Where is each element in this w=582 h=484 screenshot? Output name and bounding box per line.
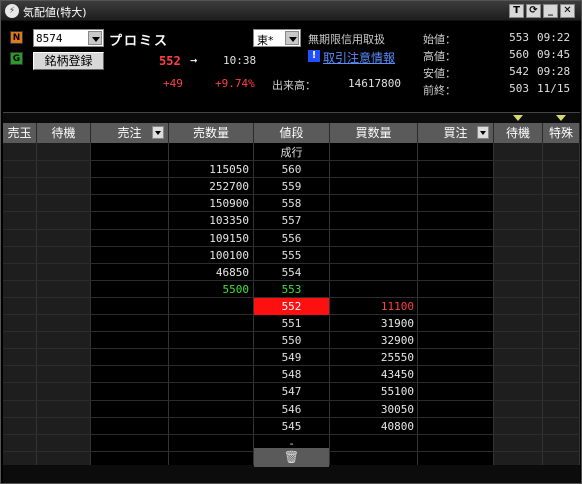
header-sell-order: 売注 — [91, 123, 169, 143]
price-cell[interactable]: 555 — [254, 247, 329, 264]
triangle-down-icon[interactable] — [556, 115, 566, 121]
stock-name: プロミス — [109, 34, 170, 49]
high-value: 560 — [509, 48, 529, 61]
n-badge-icon[interactable]: N — [10, 31, 23, 44]
minimize-button[interactable]: _ — [543, 4, 558, 18]
buy-qty-cell: 30050 — [380, 402, 414, 416]
stock-code-combo[interactable] — [33, 29, 104, 47]
open-label: 始値： — [423, 33, 456, 46]
sell-qty-cell: 150900 — [209, 197, 249, 211]
header-price: 値段 — [254, 123, 330, 143]
trash-icon[interactable]: 🗑 — [254, 448, 329, 467]
header-wait-right: 待機 — [494, 123, 543, 143]
price-cell[interactable]: 549 — [254, 349, 329, 366]
header-sell-qty: 売数量 — [169, 123, 254, 143]
price-cell[interactable]: 559 — [254, 178, 329, 195]
header-buy-qty: 買数量 — [330, 123, 418, 143]
high-time: 09:45 — [537, 48, 571, 61]
price-cell[interactable]: 558 — [254, 195, 329, 212]
price-cell[interactable]: 552 — [254, 297, 329, 315]
sell-qty-cell: 115050 — [209, 163, 249, 177]
sell-qty-cell: 252700 — [209, 180, 249, 194]
high-label: 高値： — [423, 50, 456, 63]
arrow-right-icon: → — [190, 53, 198, 67]
price-change: +49 — [163, 77, 183, 90]
price-change-percent: +9.74% — [215, 77, 255, 90]
sell-qty-cell: 100100 — [209, 248, 249, 262]
buy-qty-cell: 32900 — [380, 334, 414, 348]
low-value: 542 — [509, 65, 529, 78]
price-cell[interactable]: 560 — [254, 161, 329, 178]
header-buy-order: 買注 — [418, 123, 494, 143]
refresh-button[interactable]: ⟳ — [526, 4, 541, 18]
chevron-down-icon[interactable] — [152, 126, 164, 139]
price-cell[interactable]: 547 — [254, 383, 329, 400]
open-time: 09:22 — [537, 31, 571, 44]
price-cell[interactable]: 553 — [254, 281, 329, 298]
low-label: 安値： — [423, 67, 456, 80]
low-time: 09:28 — [537, 65, 571, 78]
current-price: 552 — [159, 54, 181, 68]
order-board: 売玉 待機 売注 売数量 値段 買数量 買注 待機 特殊 成行 115050 5… — [3, 112, 580, 483]
sell-qty-cell: 46850 — [215, 265, 249, 279]
volume-value: 14617800 — [348, 77, 401, 90]
price-cell[interactable]: 556 — [254, 230, 329, 247]
price-cell[interactable]: 548 — [254, 366, 329, 383]
market-select[interactable]: 東* — [253, 29, 301, 47]
stock-code-input[interactable] — [36, 32, 86, 45]
price-cell[interactable]: 557 — [254, 212, 329, 229]
header-buy-order-label: 買注 — [443, 126, 468, 140]
chevron-down-icon[interactable] — [285, 31, 299, 45]
volume-label: 出来高： — [272, 79, 316, 92]
buy-qty-cell: 55100 — [380, 385, 414, 399]
price-cell[interactable]: 550 — [254, 332, 329, 349]
sell-qty-cell: 5500 — [222, 282, 250, 296]
header-sell-order-label: 売注 — [117, 126, 142, 140]
prev-close-value: 503 — [509, 82, 529, 95]
open-value: 553 — [509, 31, 529, 44]
chevron-down-icon[interactable] — [88, 31, 102, 45]
caution-info-link[interactable]: 取引注意情報 — [323, 49, 395, 66]
window-title: 気配値(特大) — [23, 6, 87, 19]
buy-qty-cell: 31900 — [380, 317, 414, 330]
topmost-button[interactable]: T — [509, 4, 524, 18]
buy-qty-cell: 11100 — [380, 299, 414, 313]
market-value: 東* — [257, 34, 274, 47]
price-cell[interactable]: 545 — [254, 418, 329, 435]
price-time: 10:38 — [223, 54, 257, 67]
chevron-down-icon[interactable] — [477, 126, 489, 139]
prev-close-date: 11/15 — [537, 82, 571, 95]
sell-qty-cell: 103350 — [209, 214, 249, 228]
price-cell[interactable]: 546 — [254, 401, 329, 418]
register-stock-button[interactable]: 銘柄登録 — [33, 52, 104, 70]
buy-qty-cell: 40800 — [380, 419, 414, 433]
quote-window: ⚡ 気配値(特大) T ⟳ _ ✕ N G プロミス 銘柄登録 552 → 10… — [0, 0, 582, 484]
title-bar[interactable]: ⚡ 気配値(特大) T ⟳ _ ✕ — [1, 1, 581, 21]
buy-qty-cell: 25550 — [380, 351, 414, 365]
info-icon[interactable]: ! — [308, 50, 320, 62]
sell-qty-cell: 109150 — [209, 231, 249, 245]
buy-qty-cell: 43450 — [380, 368, 414, 382]
header-special: 特殊 — [543, 123, 580, 143]
triangle-down-icon[interactable] — [513, 115, 523, 121]
board-header: 売玉 待機 売注 売数量 値段 買数量 買注 待機 特殊 — [3, 123, 580, 143]
header-wait-left: 待機 — [37, 123, 91, 143]
close-button[interactable]: ✕ — [560, 4, 575, 18]
price-cell[interactable]: 554 — [254, 264, 329, 281]
header-sell-margin: 売玉 — [3, 123, 37, 143]
price-cell[interactable]: 551 — [254, 315, 329, 332]
price-cell-market[interactable]: 成行 — [254, 144, 329, 161]
g-badge-icon[interactable]: G — [10, 52, 23, 65]
prev-close-label: 前終： — [423, 84, 456, 97]
lightning-icon: ⚡ — [5, 4, 19, 18]
margin-type-label: 無期限信用取扱 — [308, 33, 385, 46]
